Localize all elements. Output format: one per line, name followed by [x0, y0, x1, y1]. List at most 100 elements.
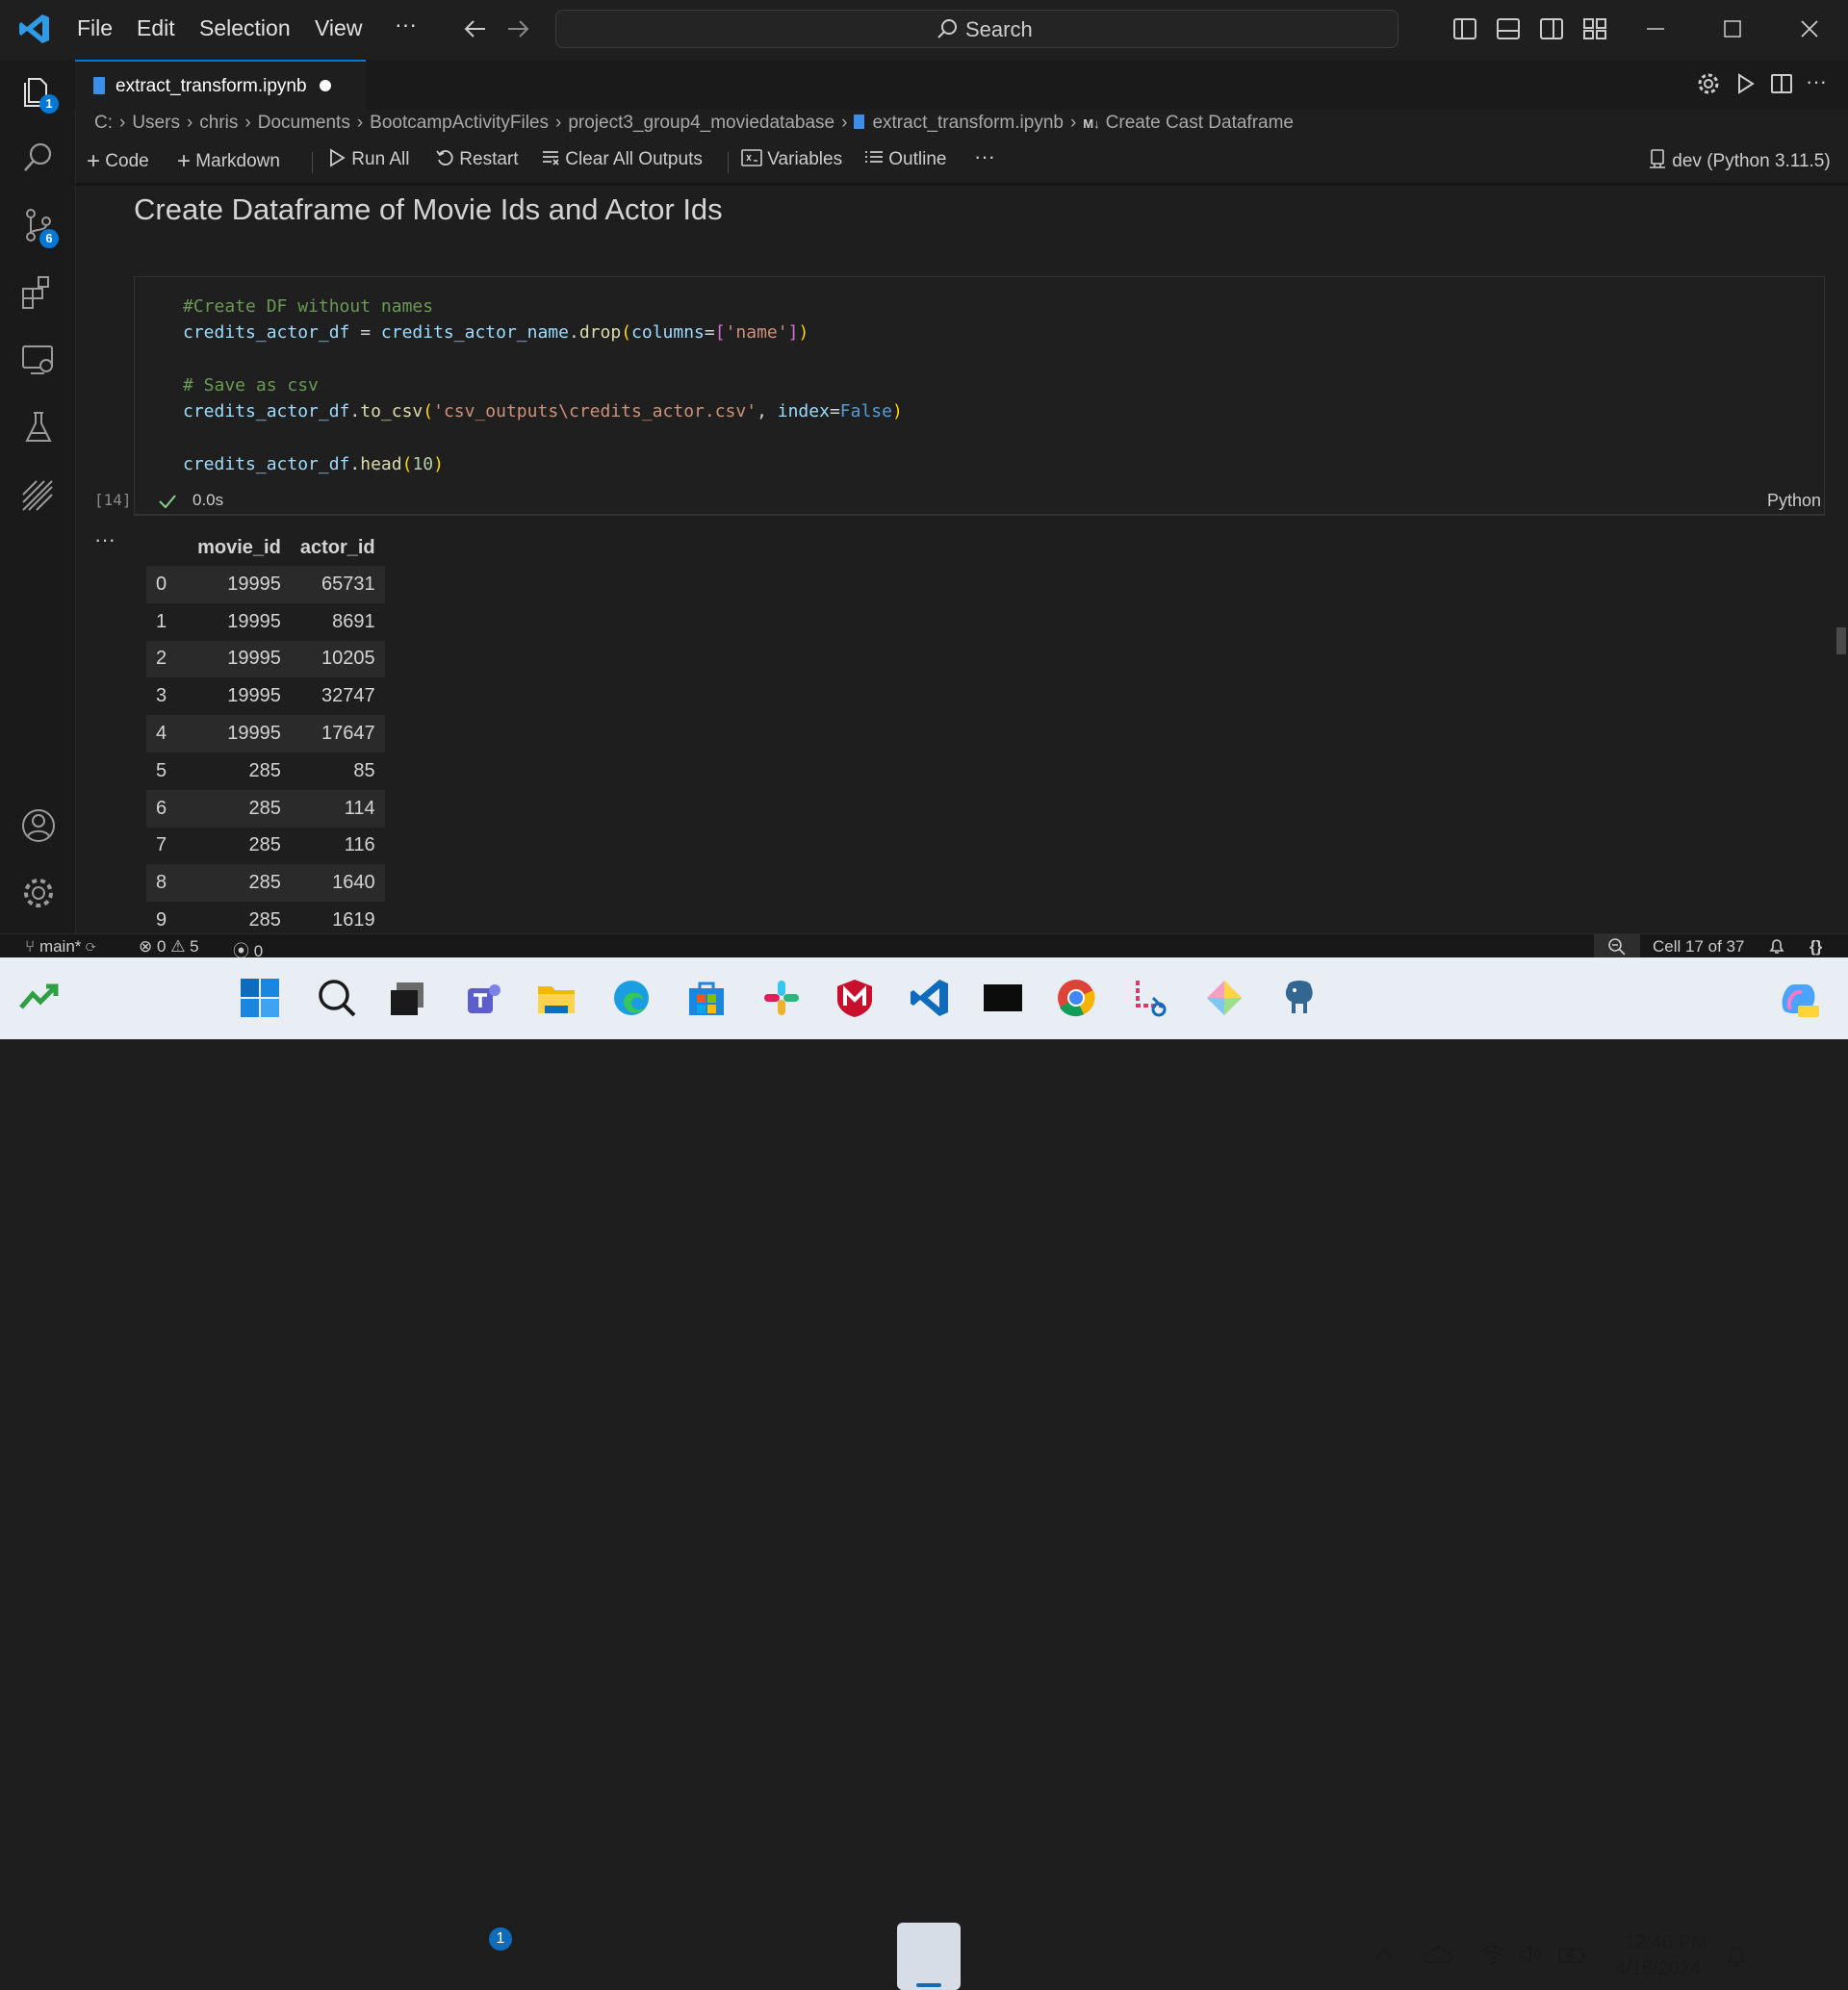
testing-flask-icon[interactable] [19, 408, 58, 446]
code-line[interactable]: #Create DF without names [183, 296, 433, 317]
markdown-icon: M↓ [1083, 116, 1100, 131]
menu-view[interactable]: View [315, 15, 362, 41]
postgresql-elephant-icon[interactable] [1278, 977, 1321, 1019]
menu-file[interactable]: File [77, 15, 113, 41]
cell-divider [134, 515, 1825, 516]
breadcrumb-item[interactable]: BootcampActivityFiles [370, 113, 549, 133]
clear-all-outputs-button[interactable]: Clear All Outputs [541, 148, 703, 170]
chevron-right-icon: › [1069, 113, 1077, 133]
menu-edit[interactable]: Edit [137, 15, 175, 41]
chevron-right-icon: › [356, 113, 364, 133]
code-cell[interactable]: #Create DF without names credits_actor_d… [134, 276, 1825, 515]
slack-icon[interactable] [760, 977, 803, 1019]
unsaved-dot-icon[interactable] [320, 80, 331, 91]
file-explorer-icon[interactable] [535, 977, 578, 1019]
breadcrumb-item[interactable]: Users [132, 113, 180, 133]
menu-more[interactable]: ··· [395, 12, 417, 38]
customize-layout-icon[interactable] [1581, 15, 1608, 42]
zoom-indicator[interactable] [1594, 934, 1640, 958]
windows-start-icon[interactable] [239, 977, 281, 1019]
add-markdown-cell-button[interactable]: + Markdown [177, 148, 280, 175]
manage-gear-icon[interactable] [19, 874, 58, 912]
cell-position[interactable]: Cell 17 of 37 [1653, 937, 1744, 957]
forward-arrow-icon[interactable] [506, 17, 531, 40]
close-window-icon[interactable] [1798, 17, 1821, 40]
onedrive-cloud-icon[interactable] [1423, 1943, 1453, 1966]
back-arrow-icon[interactable] [462, 17, 487, 40]
markdown-heading[interactable]: Create Dataframe of Movie Ids and Actor … [134, 192, 723, 227]
vscode-taskbar-icon[interactable] [909, 977, 951, 1019]
outline-label: Outline [888, 149, 947, 169]
problems-indicator[interactable]: ⊗ 0 ⚠ 5 [139, 937, 199, 957]
notebook-settings-gear-icon[interactable] [1696, 71, 1721, 96]
toggle-secondary-sidebar-icon[interactable] [1538, 15, 1565, 42]
show-hidden-icons-chevron-icon[interactable] [1373, 1945, 1396, 1964]
cell-language-indicator[interactable]: Python [1767, 491, 1821, 511]
more-actions-icon[interactable]: ··· [1806, 69, 1827, 94]
restart-kernel-button[interactable]: Restart [435, 148, 519, 170]
notification-center-icon[interactable] [1723, 1943, 1750, 1970]
toggle-panel-icon[interactable] [1495, 15, 1522, 42]
search-icon[interactable] [19, 139, 58, 177]
code-line[interactable]: credits_actor_df = credits_actor_name.dr… [183, 322, 808, 343]
run-all-button[interactable]: Run All [327, 148, 409, 170]
clock-date[interactable]: 4/16/2024 [1615, 1958, 1701, 1980]
data-wrangler-icon[interactable] [19, 475, 58, 514]
volume-icon[interactable] [1517, 1943, 1546, 1966]
variables-button[interactable]: Variables [741, 148, 842, 170]
branch-indicator[interactable]: ⑂ main* ⟳ [25, 937, 95, 957]
output-actions-button[interactable]: ··· [94, 527, 116, 552]
branch-label: main* [38, 937, 82, 956]
breadcrumb-item[interactable]: C: [94, 113, 113, 133]
wifi-icon[interactable] [1478, 1943, 1507, 1966]
menu-selection[interactable]: Selection [199, 15, 291, 41]
microsoft-store-icon[interactable] [685, 977, 728, 1019]
run-icon[interactable] [1732, 71, 1758, 96]
battery-charging-icon[interactable] [1557, 1943, 1588, 1966]
restart-label: Restart [459, 149, 519, 169]
edge-browser-icon[interactable] [610, 977, 653, 1019]
add-code-cell-button[interactable]: + Code [87, 148, 149, 175]
toolbar-more-button[interactable]: ··· [974, 144, 995, 169]
code-line[interactable]: # Save as csv [183, 375, 319, 395]
breadcrumb-item[interactable]: Create Cast Dataframe [1106, 113, 1294, 133]
copilot-preview-icon[interactable] [1777, 977, 1819, 1019]
outline-button[interactable]: Outline [864, 148, 946, 170]
sync-icon: ⟳ [86, 937, 96, 956]
extensions-icon[interactable] [19, 273, 58, 312]
breadcrumb-item[interactable]: project3_group4_moviedatabase [568, 113, 834, 133]
minimize-window-icon[interactable] [1644, 17, 1667, 40]
search-icon [936, 17, 959, 40]
row-index: 3 [146, 677, 189, 716]
maximize-window-icon[interactable] [1721, 17, 1744, 40]
code-line[interactable]: credits_actor_df.head(10) [183, 454, 444, 474]
split-editor-icon[interactable] [1769, 71, 1794, 96]
clock-time[interactable]: 12:40 PM [1625, 1932, 1707, 1954]
toggle-primary-sidebar-icon[interactable] [1451, 15, 1478, 42]
terminal-icon[interactable] [982, 977, 1024, 1019]
chevron-right-icon: › [841, 113, 848, 133]
mcafee-shield-icon[interactable] [834, 977, 876, 1019]
scrollbar-thumb[interactable] [1836, 627, 1846, 654]
tab-extract-transform[interactable]: extract_transform.ipynb [75, 60, 366, 110]
accounts-icon[interactable] [19, 806, 58, 845]
remote-explorer-icon[interactable] [19, 341, 58, 379]
breadcrumb-item[interactable]: extract_transform.ipynb [872, 113, 1064, 133]
table-cell: 19995 [188, 602, 291, 641]
search-label: Search [965, 17, 1033, 41]
breadcrumb-item[interactable]: Documents [258, 113, 350, 133]
taskbar-search-icon[interactable] [316, 977, 358, 1019]
stock-widget-icon[interactable] [17, 977, 60, 1019]
notifications-bell-icon[interactable] [1767, 936, 1786, 956]
code-line[interactable]: credits_actor_df.to_csv('csv_outputs\cre… [183, 401, 903, 421]
command-center-search[interactable]: Search [555, 10, 1399, 48]
github-desktop-icon[interactable] [1203, 977, 1245, 1019]
kernel-picker[interactable]: dev (Python 3.11.5) [1648, 148, 1831, 172]
teams-icon[interactable] [462, 977, 504, 1019]
task-view-icon[interactable] [387, 977, 429, 1019]
snipping-tool-icon[interactable] [1130, 977, 1172, 1019]
feedback-braces-icon[interactable]: {} [1810, 937, 1822, 957]
breadcrumb-item[interactable]: chris [199, 113, 238, 133]
row-index: 2 [146, 640, 189, 678]
chrome-browser-icon[interactable] [1055, 977, 1097, 1019]
